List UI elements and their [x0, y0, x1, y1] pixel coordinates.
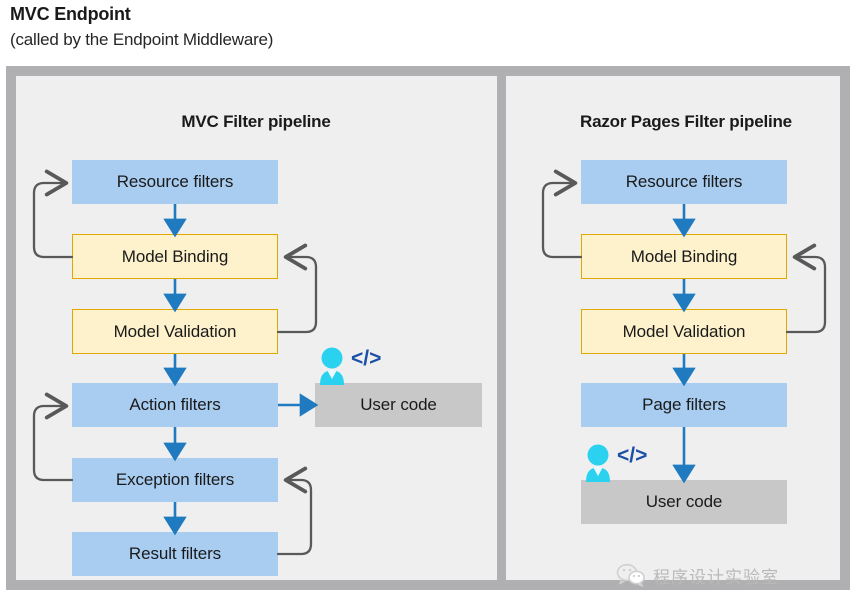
- razor-user-code-box[interactable]: User code: [581, 480, 787, 524]
- razor-step-model-validation[interactable]: Model Validation: [581, 309, 787, 354]
- diagram-header: MVC Endpoint (called by the Endpoint Mid…: [10, 2, 810, 52]
- razor-step-page-filters[interactable]: Page filters: [581, 383, 787, 427]
- panel-divider: [497, 76, 506, 580]
- razor-pipeline-title: Razor Pages Filter pipeline: [580, 112, 792, 131]
- mvc-user-code-box[interactable]: User code: [315, 383, 482, 427]
- mvc-step-model-binding[interactable]: Model Binding: [72, 234, 278, 279]
- mvc-pipeline-title: MVC Filter pipeline: [181, 112, 331, 131]
- mvc-step-resource-filters[interactable]: Resource filters: [72, 160, 278, 204]
- razor-step-model-binding[interactable]: Model Binding: [581, 234, 787, 279]
- watermark-text: 程序设计实验室: [653, 567, 779, 588]
- razor-user-code-icon: </>: [586, 444, 647, 482]
- mvc-user-code-icon: </>: [320, 347, 381, 385]
- page-title: MVC Endpoint: [10, 4, 131, 24]
- svg-text:</>: </>: [617, 444, 647, 467]
- mvc-step-model-validation[interactable]: Model Validation: [72, 309, 278, 354]
- wechat-icon: [616, 563, 645, 587]
- mvc-step-action-filters[interactable]: Action filters: [72, 383, 278, 427]
- watermark: 程序设计实验室: [616, 560, 836, 590]
- mvc-step-result-filters[interactable]: Result filters: [72, 532, 278, 576]
- diagram-canvas: MVC Filter pipeline Razor Pages Filter p…: [16, 76, 840, 588]
- svg-text:</>: </>: [351, 347, 381, 370]
- diagram-frame: MVC Filter pipeline Razor Pages Filter p…: [6, 66, 850, 590]
- page-subtitle: (called by the Endpoint Middleware): [10, 30, 274, 49]
- mvc-step-exception-filters[interactable]: Exception filters: [72, 458, 278, 502]
- razor-step-resource-filters[interactable]: Resource filters: [581, 160, 787, 204]
